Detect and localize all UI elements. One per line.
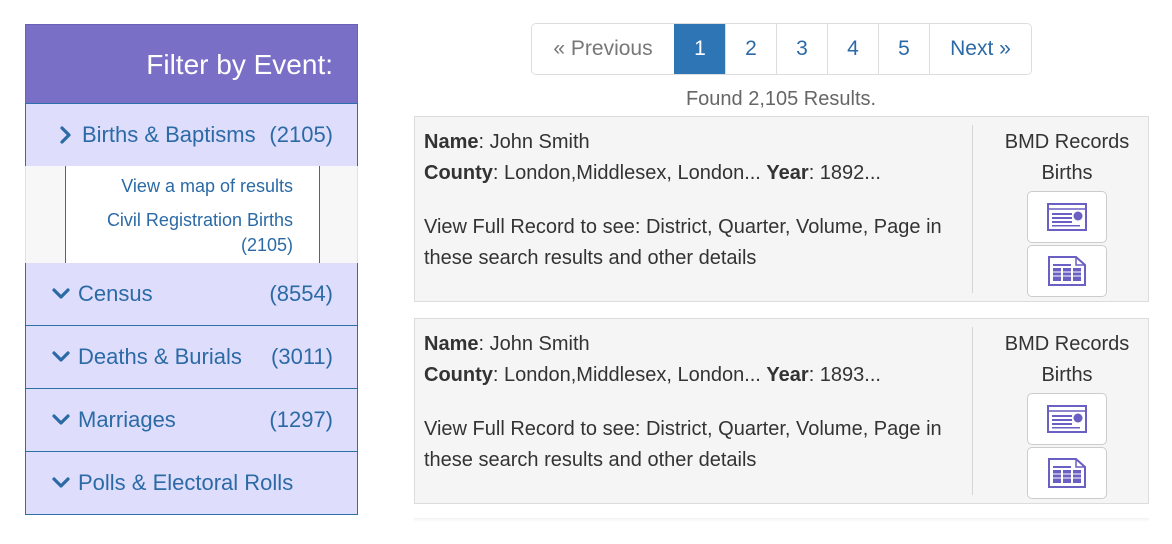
filter-header: Filter by Event:	[25, 24, 358, 104]
next-record-edge	[414, 518, 1149, 522]
category-deaths-burials[interactable]: Deaths & Burials (3011)	[25, 325, 358, 389]
chevron-right-icon	[54, 124, 76, 146]
category-label: Marriages	[78, 407, 176, 432]
view-map-link[interactable]: View a map of results	[74, 174, 293, 199]
next-page-button[interactable]: Next »	[929, 24, 1031, 74]
category-census[interactable]: Census (8554)	[25, 262, 358, 326]
record-description: View Full Record to see: District, Quart…	[424, 418, 942, 471]
view-record-card-button[interactable]	[1027, 393, 1107, 445]
record-transcript-icon	[1048, 458, 1086, 488]
category-label: Births & Baptisms	[82, 122, 256, 147]
category-label: Census	[78, 281, 153, 306]
chevron-down-icon	[50, 409, 72, 431]
chevron-down-icon	[50, 472, 72, 494]
category-count: (8554)	[269, 281, 333, 306]
civil-registration-count: (2105)	[240, 235, 293, 255]
civil-registration-births-link[interactable]: Civil Registration Births (2105)	[74, 208, 293, 258]
record-source: BMD Records	[1004, 131, 1130, 153]
record-type: Births	[1041, 364, 1093, 386]
view-record-card-button[interactable]	[1027, 191, 1107, 243]
record-name-line: Name: John Smith	[424, 333, 590, 355]
result-record: Name: John Smith County: London,Middlese…	[414, 318, 1149, 504]
view-transcript-button[interactable]	[1027, 245, 1107, 297]
category-count: (1297)	[269, 407, 333, 432]
record-type: Births	[1041, 162, 1093, 184]
page-4-button[interactable]: 4	[827, 24, 878, 74]
chevron-down-icon	[50, 346, 72, 368]
category-marriages[interactable]: Marriages (1297)	[25, 388, 358, 452]
record-name-line: Name: John Smith	[424, 131, 590, 153]
page-2-button[interactable]: 2	[725, 24, 776, 74]
result-record: Name: John Smith County: London,Middlese…	[414, 116, 1149, 302]
record-county-line: County: London,Middlesex, London... Year…	[424, 162, 881, 184]
record-divider	[972, 125, 973, 293]
record-county-line: County: London,Middlesex, London... Year…	[424, 364, 881, 386]
results-count: Found 2,105 Results.	[685, 88, 877, 110]
births-sublinks: View a map of results Civil Registration…	[25, 166, 358, 263]
category-polls-electoral-rolls[interactable]: Polls & Electoral Rolls	[25, 451, 358, 515]
category-count: (2105)	[269, 122, 333, 147]
record-source: BMD Records	[1004, 333, 1130, 355]
category-births-baptisms[interactable]: Births & Baptisms (2105)	[25, 103, 358, 167]
view-transcript-button[interactable]	[1027, 447, 1107, 499]
page-5-button[interactable]: 5	[878, 24, 929, 74]
record-card-icon	[1047, 203, 1087, 231]
page-1-button[interactable]: 1	[674, 24, 725, 74]
record-card-icon	[1047, 405, 1087, 433]
record-transcript-icon	[1048, 256, 1086, 286]
chevron-down-icon	[50, 283, 72, 305]
filter-sidebar: Filter by Event: Births & Baptisms (2105…	[25, 24, 358, 515]
record-divider	[972, 327, 973, 495]
category-count: (3011)	[271, 344, 333, 369]
record-description: View Full Record to see: District, Quart…	[424, 216, 942, 269]
previous-page-button[interactable]: « Previous	[532, 24, 674, 74]
category-label: Polls & Electoral Rolls	[78, 470, 294, 495]
category-label: Deaths & Burials	[78, 344, 242, 369]
page-3-button[interactable]: 3	[776, 24, 827, 74]
pagination: « Previous 1 2 3 4 5 Next »	[531, 23, 1032, 75]
